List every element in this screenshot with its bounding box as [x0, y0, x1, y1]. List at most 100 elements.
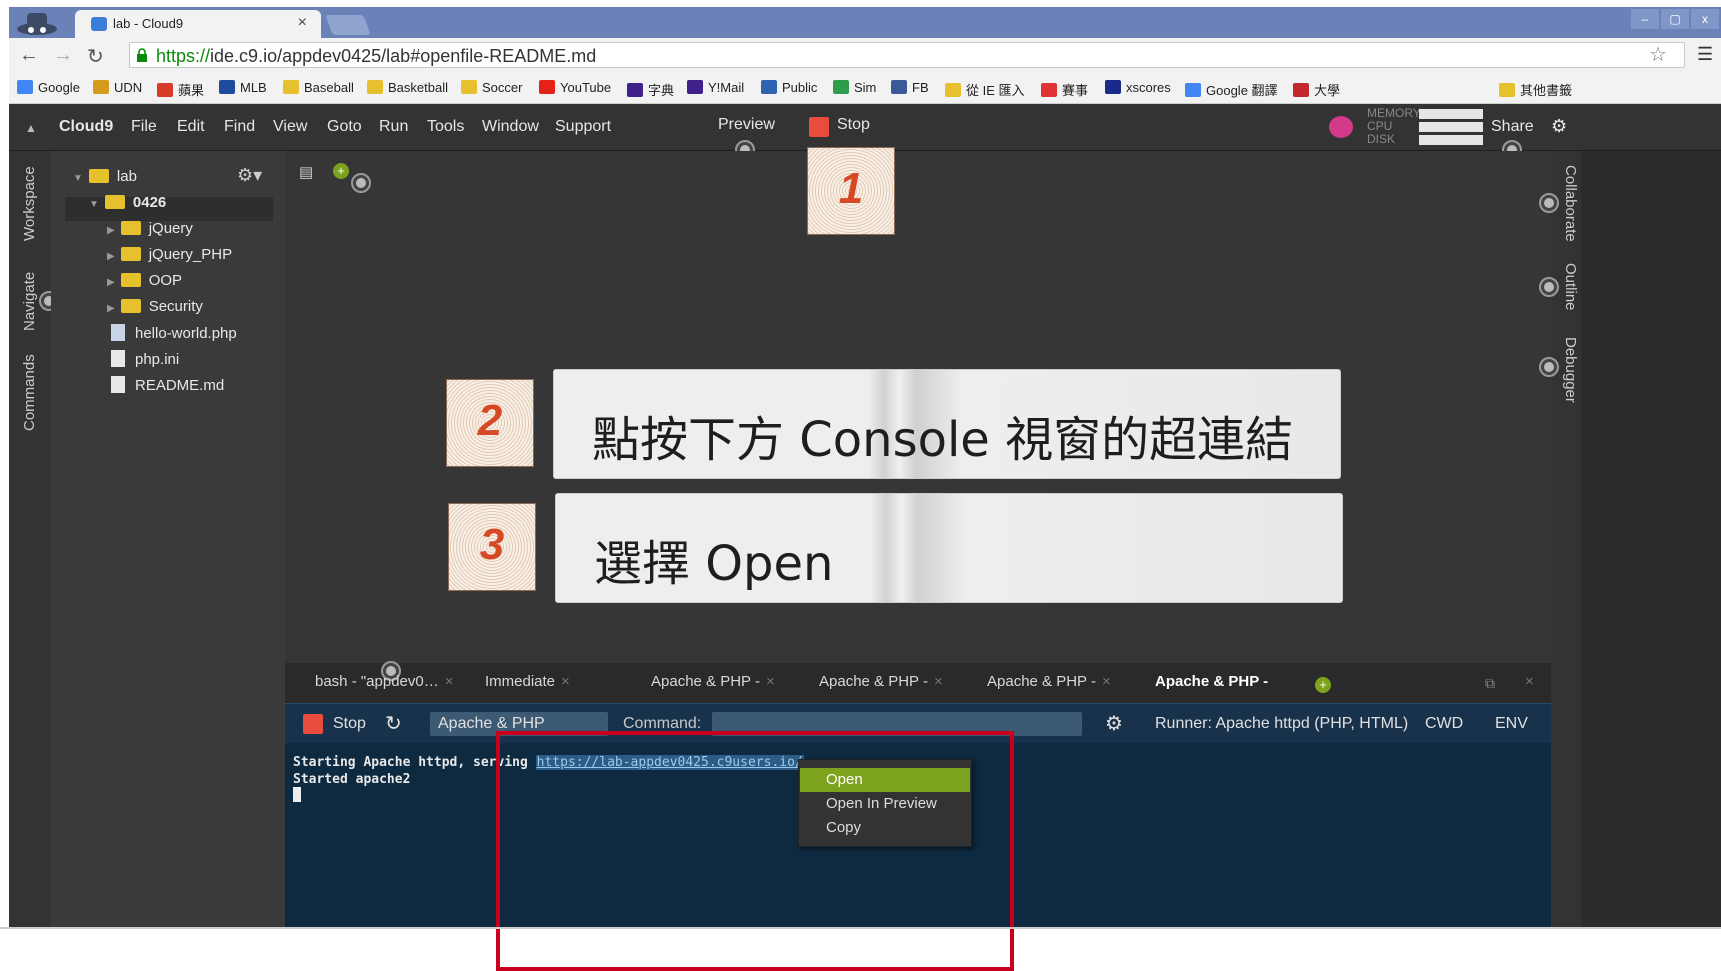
- bookmark-item[interactable]: Public: [761, 80, 817, 95]
- console-tab[interactable]: Apache & PHP - ×: [987, 673, 1111, 703]
- window-controls: – ▢ x: [1631, 9, 1719, 29]
- console-tab[interactable]: Apache & PHP - ×: [651, 673, 775, 703]
- stop-button[interactable]: Stop: [837, 116, 870, 134]
- env-button[interactable]: ENV: [1495, 715, 1528, 733]
- bookmark-icon: [1185, 83, 1201, 97]
- collapse-menu-icon[interactable]: ▲: [25, 121, 37, 135]
- back-arrow-icon[interactable]: ←: [19, 44, 39, 67]
- bookmark-item[interactable]: 大學: [1293, 80, 1340, 99]
- console-tab[interactable]: Apache & PHP - ×: [819, 673, 943, 703]
- bookmark-item[interactable]: YouTube: [539, 80, 611, 95]
- bookmark-item[interactable]: 蘋果: [157, 80, 204, 99]
- tab-commands[interactable]: Commands: [21, 354, 38, 431]
- menu-window[interactable]: Window: [482, 118, 539, 136]
- forward-arrow-icon[interactable]: →: [53, 44, 73, 67]
- php-file-icon: [111, 324, 125, 341]
- tab-outline[interactable]: Outline: [1562, 263, 1579, 311]
- bookmark-item[interactable]: Soccer: [461, 80, 522, 95]
- bookmark-item[interactable]: Google: [17, 80, 80, 95]
- bookmarks-bar: Google UDN 蘋果 MLB Baseball Basketball Soccer Yo…: [9, 72, 1721, 104]
- console-tab-close-icon[interactable]: ×: [561, 673, 570, 690]
- close-console-icon[interactable]: ×: [1525, 673, 1534, 690]
- step-2-instruction: 點按下方 Console 視窗的超連結: [553, 369, 1341, 479]
- add-console-tab-icon[interactable]: +: [1315, 677, 1331, 693]
- bookmark-item[interactable]: 字典: [627, 80, 674, 99]
- resource-meter: MEMORY CPU DISK: [1367, 107, 1485, 147]
- folder-icon: [120, 273, 141, 287]
- tree-item-oop[interactable]: ▶ OOP: [107, 272, 182, 289]
- new-tab-button[interactable]: [325, 15, 371, 35]
- tree-item-security[interactable]: ▶ Security: [107, 298, 203, 315]
- runner-stop-icon[interactable]: [303, 714, 323, 734]
- bookmark-item[interactable]: 其他書籤: [1499, 80, 1572, 99]
- bookmark-item[interactable]: MLB: [219, 80, 267, 95]
- tab-debugger[interactable]: Debugger: [1562, 337, 1579, 403]
- tab-workspace[interactable]: Workspace: [21, 166, 38, 241]
- bookmark-icon: [833, 80, 849, 94]
- tab-close-icon[interactable]: ×: [298, 14, 307, 32]
- console-tab-close-icon[interactable]: ×: [1102, 673, 1111, 690]
- menu-edit[interactable]: Edit: [177, 118, 205, 136]
- tree-item-0426[interactable]: ▼ 0426: [89, 194, 166, 211]
- bookmark-item[interactable]: Google 翻譯: [1185, 80, 1278, 99]
- tree-item-php-ini[interactable]: php.ini: [111, 350, 179, 368]
- menu-file[interactable]: File: [131, 118, 157, 136]
- share-button[interactable]: Share: [1491, 118, 1534, 136]
- tree-settings-gear-icon[interactable]: ⚙▾: [237, 165, 262, 186]
- file-icon: [111, 350, 125, 367]
- reload-icon[interactable]: ↻: [87, 44, 104, 69]
- cwd-button[interactable]: CWD: [1425, 715, 1463, 733]
- runner-stop-button[interactable]: Stop: [333, 715, 366, 733]
- bookmark-item[interactable]: FB: [891, 80, 929, 95]
- menu-support[interactable]: Support: [555, 118, 611, 136]
- url-input[interactable]: https://ide.c9.io/appdev0425/lab#openfil…: [129, 42, 1685, 68]
- restore-button[interactable]: ▢: [1661, 9, 1689, 29]
- settings-gear-icon[interactable]: ⚙: [1551, 116, 1567, 137]
- tab-list-icon[interactable]: ▤: [299, 163, 313, 181]
- console-tab[interactable]: bash - "appdev0… ×: [315, 673, 454, 703]
- tree-item-jquery[interactable]: ▶ jQuery: [107, 220, 193, 237]
- console-tab-close-icon[interactable]: ×: [934, 673, 943, 690]
- bookmark-item[interactable]: Sim: [833, 80, 876, 95]
- menu-tools[interactable]: Tools: [427, 118, 464, 136]
- tree-item-root[interactable]: ▼ lab: [73, 168, 137, 185]
- chrome-menu-icon[interactable]: ☰: [1697, 44, 1713, 65]
- bookmark-item[interactable]: Y!Mail: [687, 80, 744, 95]
- menu-view[interactable]: View: [273, 118, 307, 136]
- menu-run[interactable]: Run: [379, 118, 408, 136]
- console-tab-close-icon[interactable]: ×: [766, 673, 775, 690]
- bookmark-item[interactable]: Basketball: [367, 80, 448, 95]
- maximize-console-icon[interactable]: ⧉: [1485, 675, 1495, 692]
- console-tab-close-icon[interactable]: ×: [445, 673, 454, 690]
- bookmark-icon: [761, 80, 777, 94]
- tree-item-hello-world[interactable]: hello-world.php: [111, 324, 237, 342]
- tree-item-jquery-php[interactable]: ▶ jQuery_PHP: [107, 246, 232, 263]
- hotspot-marker-icon: [351, 173, 371, 193]
- restart-icon[interactable]: ↻: [385, 711, 402, 736]
- tab-collaborate[interactable]: Collaborate: [1562, 165, 1579, 242]
- minimize-button[interactable]: –: [1631, 9, 1659, 29]
- preview-button[interactable]: Preview: [718, 116, 775, 134]
- menu-cloud9[interactable]: Cloud9: [59, 118, 113, 136]
- bookmark-item[interactable]: 賽事: [1041, 80, 1088, 99]
- bookmark-item[interactable]: 從 IE 匯入: [945, 80, 1025, 99]
- new-tab-plus-icon[interactable]: +: [333, 163, 349, 179]
- menu-find[interactable]: Find: [224, 118, 255, 136]
- avatar[interactable]: [1329, 116, 1353, 138]
- tab-navigate[interactable]: Navigate: [21, 272, 38, 331]
- stop-icon[interactable]: [809, 117, 829, 137]
- menu-goto[interactable]: Goto: [327, 118, 362, 136]
- tree-item-readme[interactable]: README.md: [111, 376, 224, 394]
- console-tab[interactable]: Apache & PHP -: [1155, 673, 1268, 703]
- browser-tab-active[interactable]: lab - Cloud9 ×: [75, 10, 321, 38]
- runner-settings-gear-icon[interactable]: ⚙: [1105, 711, 1123, 736]
- bookmark-item[interactable]: Baseball: [283, 80, 354, 95]
- cpu-bar: [1419, 122, 1483, 132]
- bookmark-star-icon[interactable]: ☆: [1649, 42, 1667, 67]
- bookmark-icon: [891, 80, 907, 94]
- console-tab[interactable]: Immediate ×: [485, 673, 570, 703]
- bookmark-item[interactable]: UDN: [93, 80, 142, 95]
- close-window-button[interactable]: x: [1691, 9, 1719, 29]
- bookmark-item[interactable]: xscores: [1105, 80, 1171, 95]
- runner-label[interactable]: Runner: Apache httpd (PHP, HTML): [1155, 715, 1408, 733]
